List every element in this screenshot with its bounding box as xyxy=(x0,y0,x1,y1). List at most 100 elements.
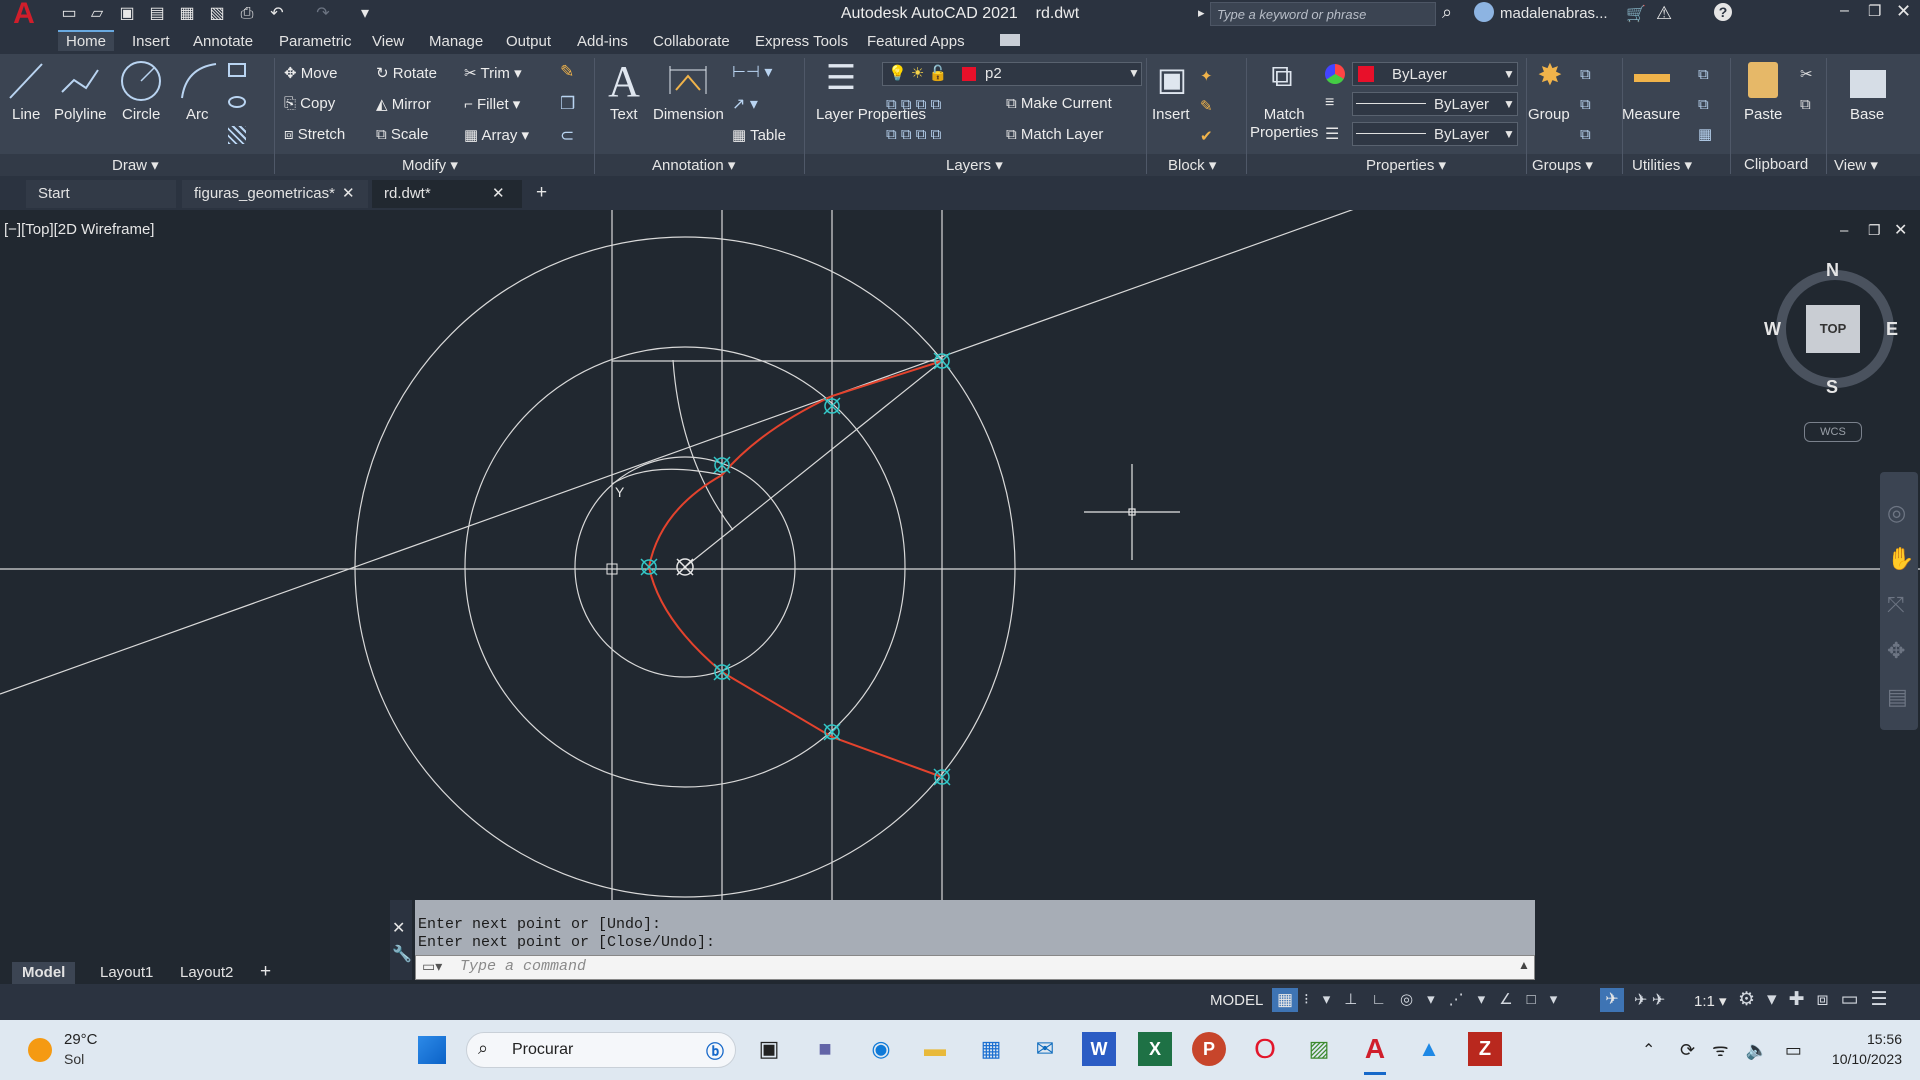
annotation-scale-icons[interactable]: ✈ ✈ xyxy=(1634,990,1665,1010)
layers-panel-label[interactable]: Layers ▾ xyxy=(946,156,1003,174)
tab-featured-apps[interactable]: Featured Apps xyxy=(867,33,965,50)
tab-home[interactable]: Home xyxy=(58,30,115,51)
excel-icon[interactable]: X xyxy=(1138,1032,1172,1066)
tab-insert[interactable]: Insert xyxy=(132,33,170,50)
search-input[interactable]: Type a keyword or phrase xyxy=(1210,2,1436,26)
viewport-restore-icon[interactable]: ❐ xyxy=(1868,222,1881,239)
clipboard-panel-label[interactable]: Clipboard xyxy=(1744,156,1808,173)
store-icon[interactable]: ▦ xyxy=(974,1032,1008,1066)
edge-icon[interactable]: ◉ xyxy=(864,1032,898,1066)
weather-description[interactable]: Sol xyxy=(64,1051,84,1067)
insert-button[interactable]: Insert xyxy=(1152,106,1190,123)
layout-tab-layout2[interactable]: Layout2 xyxy=(170,962,243,984)
dimension-button[interactable]: Dimension xyxy=(653,106,724,123)
search-expand-icon[interactable]: ▸ xyxy=(1198,5,1205,21)
annotation-scale-value[interactable]: 1:1 ▾ xyxy=(1694,992,1727,1010)
erase-icon[interactable]: ✎ xyxy=(560,62,574,82)
mail-icon[interactable]: ✉ xyxy=(1028,1032,1062,1066)
make-current-button[interactable]: ⧉ Make Current xyxy=(1006,95,1112,112)
tray-icons[interactable]: ⟳ ᯤ 🔈 ▭ xyxy=(1680,1038,1808,1062)
user-icon[interactable] xyxy=(1474,2,1494,22)
workspace-settings-icons[interactable]: ⚙▾✚⧈▭☰ xyxy=(1738,988,1900,1011)
view-panel-label[interactable]: View ▾ xyxy=(1834,156,1878,174)
group-tools-icons[interactable]: ⧉ ⧉ ⧉ xyxy=(1580,60,1591,150)
viewport-close-icon[interactable]: ✕ xyxy=(1894,220,1907,240)
user-name[interactable]: madalenabras... xyxy=(1500,5,1608,22)
windows-start-icon[interactable] xyxy=(418,1036,446,1064)
autodesk-a360-icon[interactable]: ⚠ xyxy=(1656,3,1672,24)
task-view-icon[interactable]: ▣ xyxy=(752,1032,786,1066)
weather-sun-icon[interactable] xyxy=(28,1038,52,1062)
model-space-toggle[interactable]: MODEL xyxy=(1210,992,1263,1009)
tab-parametric[interactable]: Parametric xyxy=(279,33,352,50)
compass-north[interactable]: N xyxy=(1826,260,1839,281)
command-expand-icon[interactable]: ▲ xyxy=(1518,958,1530,972)
new-tab-plus-icon[interactable]: + xyxy=(536,182,547,204)
utilities-panel-label[interactable]: Utilities ▾ xyxy=(1632,156,1692,174)
bing-icon[interactable]: ⓑ xyxy=(706,1038,724,1064)
tab-add-ins[interactable]: Add-ins xyxy=(577,33,628,50)
command-line-handle[interactable] xyxy=(390,900,412,980)
restore-icon[interactable]: ❐ xyxy=(1868,2,1881,20)
tab-manage[interactable]: Manage xyxy=(429,33,483,50)
properties-panel-label[interactable]: Properties ▾ xyxy=(1366,156,1446,174)
tab-collaborate[interactable]: Collaborate xyxy=(653,33,730,50)
rotate-button[interactable]: ↻ Rotate xyxy=(376,64,437,82)
tab-view[interactable]: View xyxy=(372,33,404,50)
viewport-minimize-icon[interactable]: – xyxy=(1840,222,1848,239)
group-button[interactable]: Group xyxy=(1528,106,1570,123)
layout-tab-layout1[interactable]: Layout1 xyxy=(90,962,163,984)
match-properties-button[interactable]: Match Properties xyxy=(1250,106,1318,142)
base-button[interactable]: Base xyxy=(1850,106,1884,123)
rectangle-icon[interactable] xyxy=(228,63,246,77)
filezilla-icon[interactable]: Z xyxy=(1468,1032,1502,1066)
layout-tab-model[interactable]: Model xyxy=(12,962,76,984)
move-button[interactable]: ✥ Move xyxy=(284,64,337,82)
table-button[interactable]: ▦ Table xyxy=(732,126,786,144)
clock-time[interactable]: 15:56 xyxy=(1832,1031,1902,1047)
array-button[interactable]: ▦ Array ▾ xyxy=(464,126,529,144)
annotation-panel-label[interactable]: Annotation ▾ xyxy=(652,156,735,174)
explode-icon[interactable]: ❒ xyxy=(560,94,575,114)
wcs-menu[interactable]: WCS xyxy=(1804,422,1862,442)
stretch-button[interactable]: ⧈ Stretch xyxy=(284,126,345,143)
draw-panel-label[interactable]: Draw ▾ xyxy=(112,156,159,174)
new-layout-plus-icon[interactable]: + xyxy=(260,961,271,983)
mirror-button[interactable]: ◭ Mirror xyxy=(376,95,431,113)
weather-temperature[interactable]: 29°C xyxy=(64,1031,98,1048)
compass-south[interactable]: S xyxy=(1826,377,1838,398)
show-hidden-icons[interactable]: ⌃ xyxy=(1642,1040,1655,1060)
close-window-icon[interactable]: ✕ xyxy=(1896,1,1911,22)
minimize-icon[interactable]: – xyxy=(1840,2,1849,20)
utility-tools-icons[interactable]: ⧉ ⧉ ▦ xyxy=(1698,60,1712,150)
annotation-visibility-icon[interactable]: ✈ xyxy=(1600,988,1624,1012)
block-panel-label[interactable]: Block ▾ xyxy=(1168,156,1216,174)
block-tools-icons[interactable]: ✦ ✎ ✔ xyxy=(1200,62,1213,152)
compass-east[interactable]: E xyxy=(1886,319,1898,340)
match-layer-button[interactable]: ⧉ Match Layer xyxy=(1006,126,1103,143)
word-icon[interactable]: W xyxy=(1082,1032,1116,1066)
file-tab-start[interactable]: Start xyxy=(26,180,176,208)
navigation-tools-icons[interactable]: ◎ ✋ ⤧ ✥ ▤ xyxy=(1887,490,1914,720)
customize-command-icon[interactable]: 🔧 xyxy=(392,944,412,964)
compass-west[interactable]: W xyxy=(1764,319,1781,340)
clipboard-tools-icons[interactable]: ✂ ⧉ xyxy=(1800,60,1813,120)
command-recent-icon[interactable]: ▭▾ xyxy=(422,958,442,975)
status-toggle-icons[interactable]: ⁝▾⊥∟◎▾⋰▾∠□▾ xyxy=(1304,990,1571,1008)
opera-icon[interactable]: O xyxy=(1248,1032,1282,1066)
pictures-icon[interactable]: ▲ xyxy=(1412,1032,1446,1066)
polyline-button[interactable]: Polyline xyxy=(54,106,107,123)
paste-button[interactable]: Paste xyxy=(1744,106,1782,123)
linear-dimension-icon[interactable]: ⊢⊣ ▾ xyxy=(732,62,772,82)
search-icon[interactable]: ⌕ xyxy=(1442,2,1452,23)
ellipse-icon[interactable] xyxy=(228,96,246,108)
leader-icon[interactable]: ↗ ▾ xyxy=(732,94,758,114)
taskbar-search-box[interactable] xyxy=(466,1032,736,1068)
tab-express-tools[interactable]: Express Tools xyxy=(755,33,848,50)
viewcube-top-face[interactable]: TOP xyxy=(1806,305,1860,353)
autocad-taskbar-icon[interactable]: A xyxy=(1358,1032,1392,1066)
text-button[interactable]: Text xyxy=(610,106,638,123)
ribbon-minimize-icon[interactable] xyxy=(1000,34,1020,46)
viewport-controls-label[interactable]: [−][Top][2D Wireframe] xyxy=(4,221,154,238)
groups-panel-label[interactable]: Groups ▾ xyxy=(1532,156,1593,174)
